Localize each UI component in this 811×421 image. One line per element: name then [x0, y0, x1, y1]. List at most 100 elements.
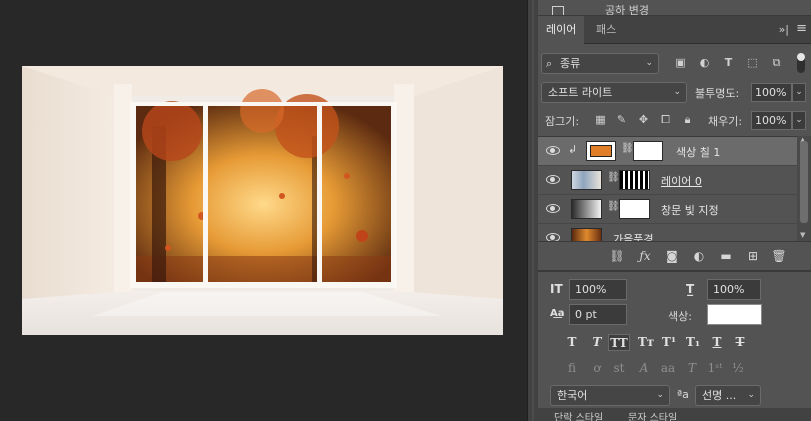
visibility-eye-icon[interactable]: [546, 232, 560, 241]
new-layer-icon[interactable]: ⊞: [745, 248, 761, 264]
layer-mask-thumbnail[interactable]: [619, 170, 650, 190]
gradient-thumbnail[interactable]: [571, 199, 602, 219]
link-chain-icon[interactable]: ⛓: [607, 201, 620, 212]
chevron-down-icon: ⌄: [747, 390, 755, 400]
layer-name[interactable]: 가을풍경: [613, 231, 653, 241]
pixel-filter-icon[interactable]: ▣: [674, 57, 687, 69]
panel-tab-bar: 레이어 패스 »| ≡: [538, 16, 811, 44]
stylistic-alternates-icon[interactable]: aa: [657, 360, 679, 377]
contextual-alternates-icon[interactable]: ơ: [586, 360, 608, 377]
language-select[interactable]: 한국어 ⌄: [550, 385, 670, 406]
panel-menu-icon[interactable]: ≡: [796, 21, 807, 36]
ligatures-icon[interactable]: fi: [561, 360, 583, 377]
lock-all-icon[interactable]: 🔒︎: [681, 113, 694, 127]
opacity-dropdown-icon[interactable]: ⌄: [792, 83, 806, 102]
image-thumbnail[interactable]: [571, 170, 602, 190]
layer-row[interactable]: ⛓ 창문 빛 지정: [538, 195, 797, 224]
tab-paragraph-styles[interactable]: 단락 스타일: [554, 409, 603, 421]
baseline-shift-input[interactable]: 0 pt: [569, 304, 627, 325]
tab-paths[interactable]: 패스: [588, 16, 624, 44]
lock-label: 잠그기:: [545, 115, 580, 128]
lock-brush-icon[interactable]: ✎: [615, 113, 628, 127]
swash-icon[interactable]: A: [633, 360, 655, 377]
scroll-down-icon[interactable]: ▼: [800, 231, 805, 239]
panel-divider[interactable]: [527, 0, 538, 421]
add-mask-icon[interactable]: ◙: [664, 248, 680, 264]
discretionary-ligatures-icon[interactable]: st: [608, 360, 630, 377]
chevron-down-icon: ⌄: [645, 58, 653, 68]
fill-dropdown-icon[interactable]: ⌄: [792, 111, 806, 130]
chevron-down-icon: ⌄: [673, 87, 681, 97]
layer-list-scrollbar[interactable]: ▲ ▼: [797, 136, 811, 241]
layer-row[interactable]: ↲ ⛓ 색상 칠 1: [538, 137, 797, 166]
right-panel-dock: 공하 변경 레이어 패스 »| ≡ ⌕ 종류 ⌄ ▣ ◐ T ⬚ ⧉ 소프트 라…: [538, 0, 811, 421]
canvas-area[interactable]: [0, 0, 527, 421]
adjustment-filter-icon[interactable]: ◐: [698, 57, 711, 69]
smart-object-filter-icon[interactable]: ⧉: [770, 57, 783, 69]
visibility-eye-icon[interactable]: [546, 174, 560, 184]
visibility-eye-icon[interactable]: [546, 203, 560, 213]
character-panel: IT 100% T̲ 100% A͟a 0 pt 색상: T T TT Tт T…: [538, 270, 811, 408]
scrollbar-thumb[interactable]: [800, 141, 808, 223]
horizontal-scale-icon: T̲: [686, 282, 695, 296]
tab-character-styles[interactable]: 문자 스타일: [628, 409, 677, 421]
layer-row[interactable]: ⛓ 레이어 0: [538, 166, 797, 195]
filter-toggle-switch[interactable]: [797, 53, 805, 73]
opacity-input[interactable]: 100%: [751, 83, 792, 102]
small-caps-button[interactable]: Tт: [635, 334, 657, 351]
delete-layer-icon[interactable]: 🗑︎: [771, 248, 787, 264]
collapse-panel-icon[interactable]: »|: [779, 23, 789, 36]
faux-italic-button[interactable]: T: [586, 334, 608, 351]
new-group-icon[interactable]: ▬: [718, 248, 734, 264]
layer-mask-thumbnail[interactable]: [619, 199, 650, 219]
opacity-label: 불투명도:: [695, 87, 740, 100]
layer-row[interactable]: 가을풍경: [538, 224, 797, 241]
history-state-icon: [552, 6, 564, 15]
horizontal-scale-input[interactable]: 100%: [707, 279, 761, 300]
search-icon: ⌕: [546, 57, 553, 70]
link-chain-icon[interactable]: ⛓: [607, 172, 620, 183]
shape-filter-icon[interactable]: ⬚: [746, 57, 759, 69]
type-filter-icon[interactable]: T: [722, 57, 735, 69]
document-image[interactable]: [22, 66, 503, 335]
all-caps-button[interactable]: TT: [608, 334, 630, 351]
layer-name[interactable]: 창문 빛 지정: [661, 202, 719, 218]
titling-alternates-icon[interactable]: T: [681, 360, 703, 377]
superscript-button[interactable]: T¹: [658, 334, 680, 351]
antialias-icon: ªa: [677, 388, 689, 401]
layer-toolbar: ⛓ ƒx ◙ ◐ ▬ ⊞ 🗑︎: [538, 241, 811, 269]
language-value: 한국어: [557, 389, 588, 402]
new-adjustment-icon[interactable]: ◐: [691, 248, 707, 264]
faux-bold-button[interactable]: T: [561, 334, 583, 351]
lock-artboard-icon[interactable]: ⧠: [659, 113, 672, 127]
layer-list: ↲ ⛓ 색상 칠 1 ⛓ 레이어 0 ⛓ 창문 빛 지정 가을풍경: [538, 136, 797, 241]
color-label: 색상:: [668, 310, 692, 323]
link-chain-icon[interactable]: ⛓: [621, 143, 634, 154]
layer-kind-filter[interactable]: ⌕ 종류 ⌄: [541, 53, 659, 74]
strikethrough-button[interactable]: T: [729, 334, 751, 351]
fx-icon[interactable]: ƒx: [637, 248, 653, 264]
antialias-value: 선명 ...: [702, 389, 737, 402]
underline-button[interactable]: T: [706, 334, 728, 351]
subscript-button[interactable]: T₁: [682, 334, 704, 351]
solid-color-thumbnail[interactable]: [586, 141, 616, 161]
lock-transparent-icon[interactable]: ▦: [594, 113, 607, 127]
link-layers-icon[interactable]: ⛓: [609, 248, 625, 264]
tab-layers[interactable]: 레이어: [538, 16, 585, 44]
vertical-scale-input[interactable]: 100%: [569, 279, 627, 300]
lock-position-icon[interactable]: ✥: [637, 113, 650, 127]
layer-name[interactable]: 레이어 0: [661, 173, 702, 189]
bottom-tab-bar: 단락 스타일 문자 스타일: [538, 408, 811, 421]
blend-mode-select[interactable]: 소프트 라이트 ⌄: [541, 82, 687, 103]
text-color-swatch[interactable]: [707, 304, 762, 325]
history-state-label[interactable]: 공하 변경: [605, 2, 649, 15]
fill-input[interactable]: 100%: [751, 111, 792, 130]
image-thumbnail[interactable]: [571, 228, 602, 241]
antialias-select[interactable]: 선명 ... ⌄: [695, 385, 761, 406]
chevron-down-icon: ⌄: [656, 390, 664, 400]
visibility-eye-icon[interactable]: [546, 145, 560, 155]
layer-name[interactable]: 색상 칠 1: [676, 144, 720, 160]
fractions-icon[interactable]: ½: [727, 360, 749, 377]
ordinals-icon[interactable]: 1ˢᵗ: [704, 360, 726, 377]
layer-mask-thumbnail[interactable]: [633, 141, 663, 161]
